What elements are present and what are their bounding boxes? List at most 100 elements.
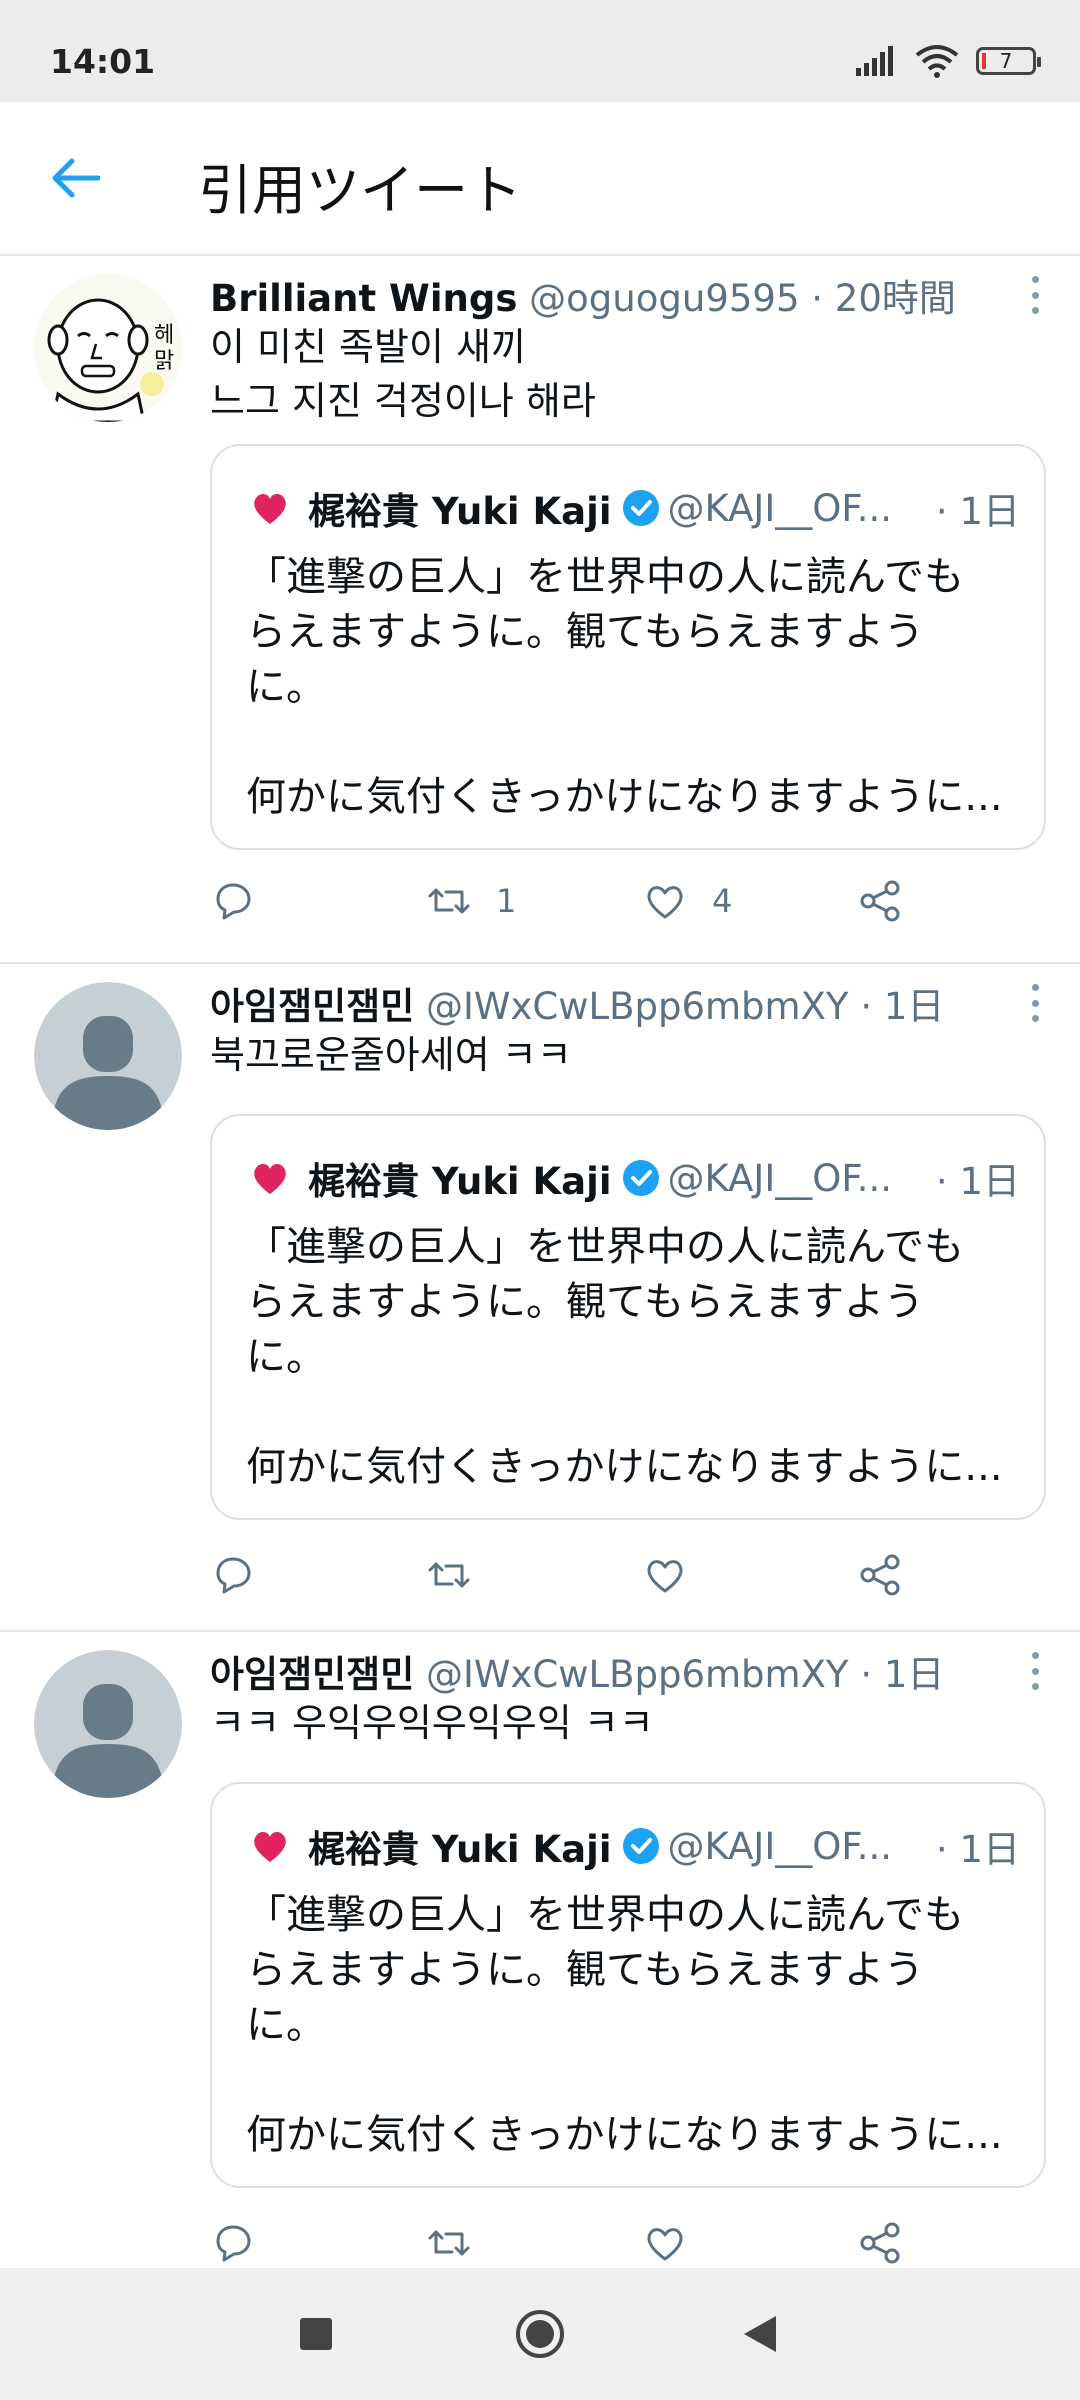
status-icons: 7 — [854, 44, 1041, 78]
quoted-tweet-text: 「進撃の巨人」を世界中の人に読んでも らえますように。観てもらえますよう に。 … — [246, 1224, 1003, 1490]
author-name[interactable]: Brilliant Wings — [210, 277, 517, 320]
share-button[interactable] — [858, 1552, 904, 1598]
tweet-header: Brilliant Wings @oguogu9595 · 20時間 — [210, 268, 1010, 322]
heart-icon — [647, 1560, 683, 1593]
reply-button[interactable] — [210, 878, 256, 924]
tweet-text: 북끄로운줄아세여 ㅋㅋ — [210, 1028, 572, 1082]
default-user-avatar-icon — [34, 982, 182, 1130]
like-button[interactable]: 4 — [642, 878, 732, 924]
tweet-item[interactable]: 아임잼민잼민 @IWxCwLBpp6mbmXY · 1日 ㅋㅋ 우익우익우익우익… — [0, 1632, 1080, 2268]
heart-emoji-icon — [254, 1831, 286, 1862]
tweet-text-line: 이 미친 족발이 새끼 — [210, 325, 526, 369]
wifi-icon — [915, 45, 959, 78]
retweet-button[interactable] — [426, 1552, 472, 1598]
arrow-left-icon — [52, 158, 100, 198]
quoted-author-handle: @KAJI__OF... — [667, 1156, 893, 1200]
quoted-author-handle: @KAJI__OF... — [667, 486, 893, 530]
heart-icon — [647, 886, 683, 919]
share-button[interactable] — [858, 2220, 904, 2266]
heart-emoji-icon — [254, 493, 286, 524]
recents-button[interactable] — [256, 2268, 376, 2400]
share-icon — [860, 2222, 900, 2264]
like-count: 4 — [712, 882, 733, 920]
reply-icon — [216, 1557, 251, 1594]
tweet-time: · 1日 — [860, 1653, 945, 1696]
verified-badge-icon — [622, 1828, 659, 1864]
battery-level: 7 — [999, 49, 1013, 73]
home-button[interactable] — [480, 2268, 600, 2400]
tweet-header: 아임잼민잼민 @IWxCwLBpp6mbmXY · 1日 — [210, 1644, 1010, 1698]
more-options-button[interactable] — [1020, 270, 1050, 320]
avatar[interactable]: 헤 맑 — [34, 274, 182, 422]
share-icon — [860, 1554, 900, 1596]
avatar[interactable] — [34, 1650, 182, 1798]
verified-badge-icon — [622, 1160, 659, 1196]
avatar[interactable] — [34, 982, 182, 1130]
reply-button[interactable] — [210, 1552, 256, 1598]
quoted-author-name: 梶裕貴 Yuki Kaji — [308, 1160, 612, 1203]
system-navigation-bar — [0, 2268, 1080, 2400]
author-handle: @IWxCwLBpp6mbmXY — [426, 985, 849, 1028]
reply-icon — [216, 2225, 251, 2262]
back-nav-button[interactable] — [700, 2268, 820, 2400]
top-app-bar: 引用ツイート — [0, 102, 1080, 256]
quoted-tweet-text: 「進撃の巨人」を世界中の人に読んでも らえますように。観てもらえますよう に。 … — [246, 1892, 1003, 2158]
reply-button[interactable] — [210, 2220, 256, 2266]
share-icon — [860, 880, 900, 922]
author-handle: @oguogu9595 — [529, 277, 800, 320]
tweet-item[interactable]: 아임잼민잼민 @IWxCwLBpp6mbmXY · 1日 북끄로운줄아세여 ㅋㅋ… — [0, 964, 1080, 1632]
retweet-icon — [428, 888, 470, 914]
tweet-actions: 1 4 — [210, 878, 1010, 938]
retweet-count: 1 — [496, 882, 517, 920]
tweet-item[interactable]: 헤 맑 Brilliant Wings @oguogu9595 · 20時間 이… — [0, 256, 1080, 964]
back-button[interactable] — [40, 148, 110, 208]
quoted-tweet-date: · 1日 — [935, 1828, 1020, 1871]
tweet-time: · 20時間 — [811, 277, 956, 320]
quoted-tweet-header: 梶裕貴 Yuki Kaji @KAJI__OF... · 1日 — [250, 1820, 1020, 1872]
triangle-back-icon — [744, 2316, 776, 2352]
like-button[interactable] — [642, 2220, 688, 2266]
tweet-text-line: 느그 지진 걱정이나 해라 — [210, 379, 596, 423]
like-button[interactable] — [642, 1552, 688, 1598]
author-handle: @IWxCwLBpp6mbmXY — [426, 1653, 849, 1696]
tweet-actions — [210, 1552, 1010, 1612]
page-title: 引用ツイート — [198, 159, 522, 222]
retweet-button[interactable]: 1 — [426, 878, 516, 924]
cartoon-face-avatar-icon: 헤 맑 — [34, 274, 182, 422]
quoted-tweet[interactable]: 梶裕貴 Yuki Kaji @KAJI__OF... · 1日 「進撃の巨人」を… — [210, 1114, 1046, 1520]
reply-icon — [216, 883, 251, 920]
tweet-time: · 1日 — [860, 985, 945, 1028]
quoted-tweet-date: · 1日 — [935, 1160, 1020, 1203]
more-options-button[interactable] — [1020, 978, 1050, 1028]
verified-badge-icon — [622, 490, 659, 526]
tweet-header: 아임잼민잼민 @IWxCwLBpp6mbmXY · 1日 — [210, 976, 1010, 1030]
tweet-text-line: ㅋㅋ 우익우익우익우익 ㅋㅋ — [210, 1701, 654, 1745]
retweet-button[interactable] — [426, 2220, 472, 2266]
author-name[interactable]: 아임잼민잼민 — [210, 1653, 414, 1696]
quoted-author-name: 梶裕貴 Yuki Kaji — [308, 1828, 612, 1871]
share-button[interactable] — [858, 878, 904, 924]
tweet-text-line: 북끄로운줄아세여 ㅋㅋ — [210, 1033, 572, 1077]
quoted-tweet-text: 「進撃の巨人」を世界中の人に読んでも らえますように。観てもらえますよう に。 … — [246, 554, 1003, 820]
quoted-author-name: 梶裕貴 Yuki Kaji — [308, 490, 612, 533]
tweet-text: ㅋㅋ 우익우익우익우익 ㅋㅋ — [210, 1696, 654, 1750]
quoted-tweet-header: 梶裕貴 Yuki Kaji @KAJI__OF... · 1日 — [250, 482, 1020, 534]
author-name[interactable]: 아임잼민잼민 — [210, 985, 414, 1028]
battery-icon: 7 — [976, 47, 1041, 75]
signal-icon — [856, 46, 893, 76]
quoted-tweet[interactable]: 梶裕貴 Yuki Kaji @KAJI__OF... · 1日 「進撃の巨人」を… — [210, 444, 1046, 850]
quoted-tweet[interactable]: 梶裕貴 Yuki Kaji @KAJI__OF... · 1日 「進撃の巨人」を… — [210, 1782, 1046, 2188]
svg-text:맑: 맑 — [154, 349, 174, 374]
quoted-tweet-header: 梶裕貴 Yuki Kaji @KAJI__OF... · 1日 — [250, 1152, 1020, 1204]
default-user-avatar-icon — [34, 1650, 182, 1798]
retweet-icon — [428, 1562, 470, 1588]
square-icon — [300, 2318, 332, 2350]
tweet-text: 이 미친 족발이 새끼 느그 지진 걱정이나 해라 — [210, 320, 596, 428]
svg-text:헤: 헤 — [154, 323, 174, 348]
circle-home-icon — [516, 2310, 564, 2358]
quoted-author-handle: @KAJI__OF... — [667, 1824, 893, 1868]
heart-emoji-icon — [254, 1163, 286, 1194]
more-options-button[interactable] — [1020, 1646, 1050, 1696]
tweet-actions — [210, 2220, 1010, 2268]
heart-icon — [647, 2228, 683, 2261]
